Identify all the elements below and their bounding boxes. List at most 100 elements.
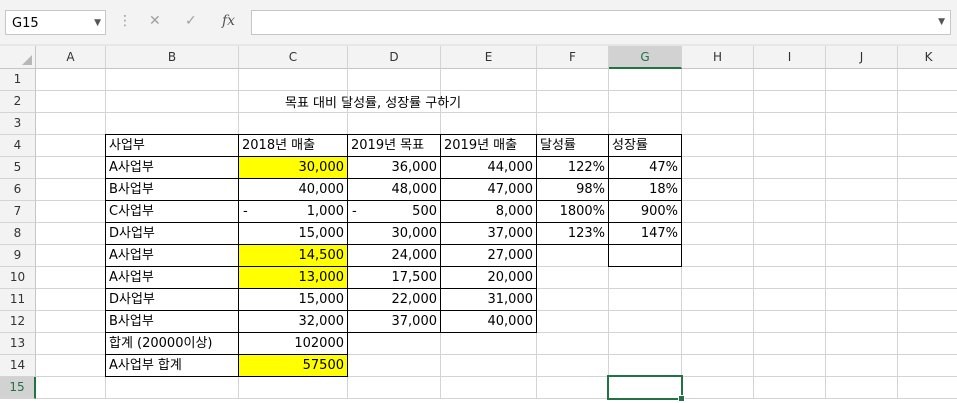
column-header-a[interactable]: A xyxy=(36,46,106,69)
target-2019-cell[interactable]: 36,000 xyxy=(347,156,441,179)
row-header-4[interactable]: 4 xyxy=(0,135,36,157)
row-header-9[interactable]: 9 xyxy=(0,245,36,267)
sales-2018-cell[interactable]: 40,000 xyxy=(238,178,348,201)
fill-handle[interactable] xyxy=(678,395,685,402)
row-header-12[interactable]: 12 xyxy=(0,311,36,333)
column-header-i[interactable]: I xyxy=(754,46,826,69)
growth-rate-cell[interactable]: 147% xyxy=(608,222,682,245)
sheet-title[interactable]: 목표 대비 달성률, 성장률 구하기 xyxy=(285,92,461,111)
total-label-cell[interactable]: 합계 (20000이상) xyxy=(105,332,239,355)
column-header-g[interactable]: G xyxy=(609,46,682,69)
table-header-cell[interactable]: 2019년 매출 xyxy=(440,134,537,157)
cell-value: 2019년 목표 xyxy=(351,138,425,153)
sales-2018-cell[interactable]: 15,000 xyxy=(238,222,348,245)
column-header-e[interactable]: E xyxy=(441,46,537,69)
total-value-cell[interactable]: 102000 xyxy=(238,332,348,355)
growth-rate-cell[interactable] xyxy=(608,244,682,267)
cell-value: 17,500 xyxy=(391,270,438,285)
table-header-cell[interactable]: 달성률 xyxy=(536,134,609,157)
column-header-f[interactable]: F xyxy=(537,46,609,69)
row-header-6[interactable]: 6 xyxy=(0,179,36,201)
enter-icon[interactable]: ✓ xyxy=(185,13,197,29)
row-header-2[interactable]: 2 xyxy=(0,91,36,113)
division-cell[interactable]: A사업부 xyxy=(105,156,239,179)
achievement-rate-cell[interactable]: 123% xyxy=(536,222,609,245)
target-2019-cell[interactable]: 17,500 xyxy=(347,266,441,289)
gridline-col xyxy=(825,69,826,399)
formula-input[interactable]: ▼ xyxy=(251,10,951,35)
expand-formula-bar-icon[interactable]: ▼ xyxy=(938,17,945,27)
division-cell[interactable]: C사업부 xyxy=(105,200,239,223)
row-header-13[interactable]: 13 xyxy=(0,333,36,355)
select-all-button[interactable] xyxy=(0,46,36,69)
division-cell[interactable]: A사업부 xyxy=(105,244,239,267)
worksheet-grid[interactable]: A B C D E F G H I J K 1 2 3 4 5 6 7 8 9 10 11 12 13 14 15 목표 대비 달성… xyxy=(0,46,957,403)
sales-2019-cell[interactable]: 47,000 xyxy=(440,178,537,201)
row-header-14[interactable]: 14 xyxy=(0,355,36,377)
table-header-cell[interactable]: 사업부 xyxy=(105,134,239,157)
row-header-3[interactable]: 3 xyxy=(0,113,36,135)
column-header-j[interactable]: J xyxy=(826,46,898,69)
growth-rate-cell[interactable]: 47% xyxy=(608,156,682,179)
sales-2018-cell[interactable]: 13,000 xyxy=(238,266,348,289)
row-header-5[interactable]: 5 xyxy=(0,157,36,179)
sales-2019-cell[interactable]: 31,000 xyxy=(440,288,537,311)
growth-rate-cell[interactable]: 18% xyxy=(608,178,682,201)
cell-value: 성장률 xyxy=(612,138,648,153)
division-cell[interactable]: A사업부 xyxy=(105,266,239,289)
sales-2019-cell[interactable]: 44,000 xyxy=(440,156,537,179)
column-header-k[interactable]: K xyxy=(898,46,957,69)
row-header-7[interactable]: 7 xyxy=(0,201,36,223)
target-2019-cell[interactable]: 24,000 xyxy=(347,244,441,267)
sales-2018-cell[interactable]: 32,000 xyxy=(238,310,348,333)
cell-value: 18% xyxy=(649,182,678,197)
target-2019-cell[interactable]: 37,000 xyxy=(347,310,441,333)
cell-value: 98% xyxy=(576,182,605,197)
achievement-rate-cell[interactable]: 98% xyxy=(536,178,609,201)
target-2019-cell[interactable]: 500 - xyxy=(347,200,441,223)
target-2019-cell[interactable]: 30,000 xyxy=(347,222,441,245)
name-box[interactable]: G15 ▼ xyxy=(5,10,106,35)
sales-2018-cell[interactable]: 30,000 xyxy=(238,156,348,179)
column-header-b[interactable]: B xyxy=(106,46,239,69)
cell-value: 2018년 매출 xyxy=(242,138,316,153)
division-cell[interactable]: B사업부 xyxy=(105,178,239,201)
a-total-value-cell[interactable]: 57500 xyxy=(238,354,348,377)
cancel-icon[interactable]: ✕ xyxy=(149,13,161,29)
sales-2019-cell[interactable]: 20,000 xyxy=(440,266,537,289)
more-options-icon[interactable]: ⋮ xyxy=(118,14,132,28)
column-header-h[interactable]: H xyxy=(682,46,754,69)
column-header-c[interactable]: C xyxy=(239,46,348,69)
target-2019-cell[interactable]: 22,000 xyxy=(347,288,441,311)
division-cell[interactable]: B사업부 xyxy=(105,310,239,333)
gridline-col xyxy=(753,69,754,399)
target-2019-cell[interactable]: 48,000 xyxy=(347,178,441,201)
table-header-cell[interactable]: 2018년 매출 xyxy=(238,134,348,157)
sales-2018-cell[interactable]: 1,000 - xyxy=(238,200,348,223)
cell-value: 8,000 xyxy=(495,204,533,219)
sales-2018-cell[interactable]: 15,000 xyxy=(238,288,348,311)
column-header-d[interactable]: D xyxy=(348,46,441,69)
sales-2019-cell[interactable]: 27,000 xyxy=(440,244,537,267)
division-cell[interactable]: D사업부 xyxy=(105,222,239,245)
sales-2019-cell[interactable]: 37,000 xyxy=(440,222,537,245)
sales-2019-cell[interactable]: 40,000 xyxy=(440,310,537,333)
row-header-11[interactable]: 11 xyxy=(0,289,36,311)
growth-rate-cell[interactable]: 900% xyxy=(608,200,682,223)
sales-2018-cell[interactable]: 14,500 xyxy=(238,244,348,267)
row-header-10[interactable]: 10 xyxy=(0,267,36,289)
chevron-down-icon[interactable]: ▼ xyxy=(94,18,101,28)
sales-2019-cell[interactable]: 8,000 xyxy=(440,200,537,223)
insert-function-icon[interactable]: fx xyxy=(222,13,235,29)
division-cell[interactable]: D사업부 xyxy=(105,288,239,311)
selected-cell-g15[interactable] xyxy=(607,375,685,402)
cell-value: 30,000 xyxy=(391,226,438,241)
table-header-cell[interactable]: 2019년 목표 xyxy=(347,134,441,157)
row-header-15[interactable]: 15 xyxy=(0,377,36,399)
table-header-cell[interactable]: 성장률 xyxy=(608,134,682,157)
achievement-rate-cell[interactable]: 122% xyxy=(536,156,609,179)
a-total-label-cell[interactable]: A사업부 합계 xyxy=(105,354,239,377)
row-header-1[interactable]: 1 xyxy=(0,69,36,91)
achievement-rate-cell[interactable]: 1800% xyxy=(536,200,609,223)
row-header-8[interactable]: 8 xyxy=(0,223,36,245)
